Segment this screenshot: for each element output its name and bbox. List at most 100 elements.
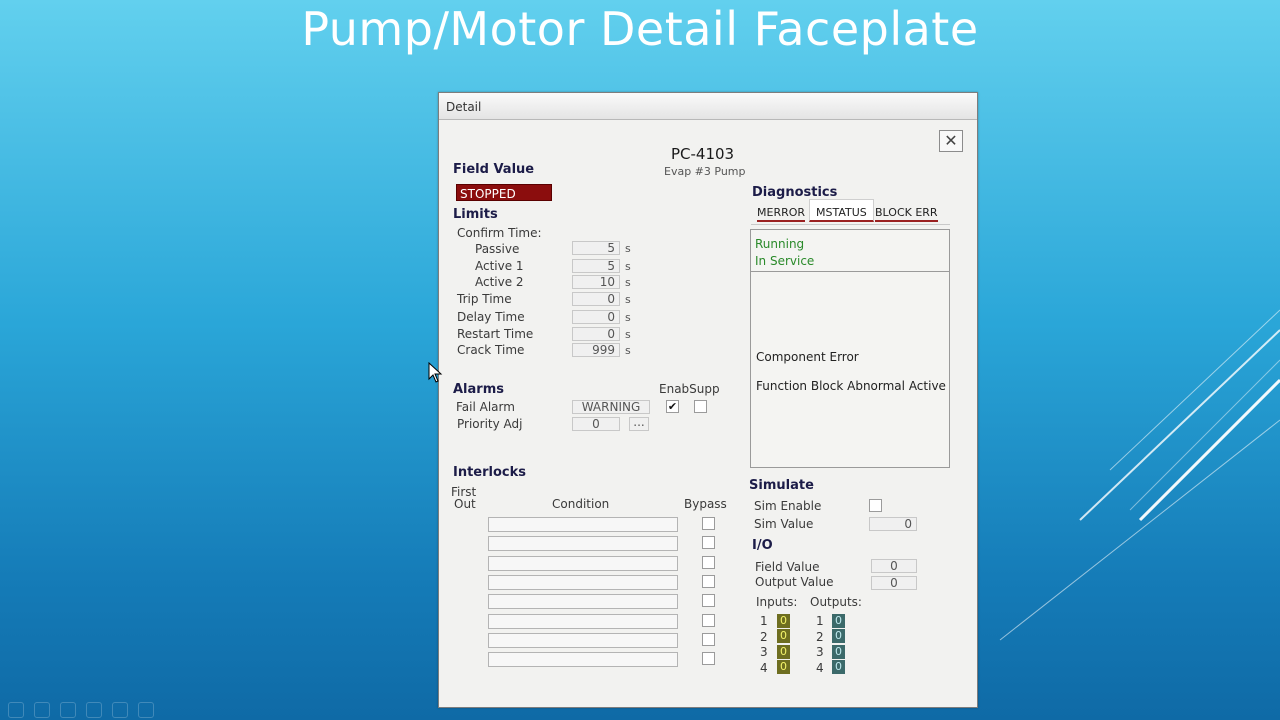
- tag-description: Evap #3 Pump: [664, 165, 746, 178]
- interlock-condition-row[interactable]: [488, 633, 678, 648]
- crack-time-label: Crack Time: [457, 343, 525, 357]
- field-value-heading: Field Value: [453, 162, 535, 177]
- trip-time-input[interactable]: 0: [572, 292, 620, 306]
- active2-input[interactable]: 10: [572, 275, 620, 289]
- window-titlebar[interactable]: Detail: [439, 93, 977, 120]
- status-running: Running: [755, 237, 805, 251]
- output-number: 2: [816, 630, 824, 644]
- simulate-heading: Simulate: [749, 478, 814, 493]
- interlock-condition-row[interactable]: [488, 614, 678, 629]
- active1-unit: s: [625, 260, 631, 273]
- priority-more-button[interactable]: ...: [629, 416, 649, 431]
- cursor-icon: [428, 362, 443, 383]
- decorative-lines: [999, 309, 1280, 641]
- restart-time-label: Restart Time: [457, 327, 534, 341]
- status-badge: STOPPED: [456, 184, 552, 201]
- next-slide-icon[interactable]: [34, 702, 50, 718]
- output-value: 0: [832, 614, 845, 628]
- interlock-bypass-checkbox[interactable]: [702, 536, 715, 549]
- active1-label: Active 1: [475, 259, 524, 273]
- tab-block-err[interactable]: BLOCK ERR: [875, 206, 938, 222]
- interlock-condition-row[interactable]: [488, 517, 678, 532]
- component-error: Component Error: [756, 350, 859, 364]
- input-value: 0: [777, 614, 790, 628]
- interlock-bypass-checkbox[interactable]: [702, 556, 715, 569]
- io-field-value: 0: [871, 559, 917, 573]
- interlock-bypass-checkbox[interactable]: [702, 594, 715, 607]
- interlock-condition-row[interactable]: [488, 575, 678, 590]
- active2-label: Active 2: [475, 275, 524, 289]
- interlock-bypass-checkbox[interactable]: [702, 652, 715, 665]
- interlock-bypass-checkbox[interactable]: [702, 633, 715, 646]
- zoom-icon[interactable]: [112, 702, 128, 718]
- status-in-service: In Service: [755, 254, 815, 268]
- output-value: 0: [832, 629, 845, 643]
- tag-name: PC-4103: [671, 145, 735, 163]
- input-value: 0: [777, 645, 790, 659]
- confirm-time-label: Confirm Time:: [457, 226, 542, 240]
- interlock-condition-row[interactable]: [488, 536, 678, 551]
- bypass-header: Bypass: [684, 497, 727, 511]
- sim-enable-checkbox[interactable]: [869, 499, 882, 512]
- sim-value-label: Sim Value: [754, 517, 814, 531]
- diagnostics-divider: [751, 271, 949, 272]
- trip-time-label: Trip Time: [457, 292, 512, 306]
- output-value: 0: [832, 660, 845, 674]
- interlock-bypass-checkbox[interactable]: [702, 575, 715, 588]
- passive-label: Passive: [475, 242, 520, 256]
- io-heading: I/O: [752, 538, 773, 553]
- input-value: 0: [777, 660, 790, 674]
- tab-mstatus[interactable]: MSTATUS: [809, 199, 874, 222]
- crack-time-input[interactable]: 999: [572, 343, 620, 357]
- restart-time-unit: s: [625, 328, 631, 341]
- priority-adj-label: Priority Adj: [457, 417, 523, 431]
- detail-window: Detail ✕ PC-4103 Evap #3 Pump Field Valu…: [438, 92, 978, 708]
- interlocks-heading: Interlocks: [453, 465, 527, 480]
- output-value: 0: [832, 645, 845, 659]
- slide-title: Pump/Motor Detail Faceplate: [301, 2, 979, 56]
- prev-slide-icon[interactable]: [8, 702, 24, 718]
- close-icon: ✕: [944, 131, 958, 150]
- active1-input[interactable]: 5: [572, 259, 620, 273]
- fail-alarm-priority[interactable]: WARNING: [572, 400, 650, 414]
- trip-time-unit: s: [625, 293, 631, 306]
- delay-time-input[interactable]: 0: [572, 310, 620, 324]
- interlock-bypass-checkbox[interactable]: [702, 517, 715, 530]
- io-output-value-label: Output Value: [755, 575, 834, 589]
- first-out-label-2: Out: [454, 497, 476, 511]
- io-field-value-label: Field Value: [755, 560, 820, 574]
- condition-header: Condition: [552, 497, 610, 511]
- input-number: 4: [760, 661, 768, 675]
- sim-value-input[interactable]: 0: [869, 517, 917, 531]
- tab-merror[interactable]: MERROR: [757, 206, 806, 222]
- input-number: 3: [760, 645, 768, 659]
- close-button[interactable]: ✕: [939, 130, 963, 152]
- delay-time-label: Delay Time: [457, 310, 525, 324]
- interlock-condition-row[interactable]: [488, 594, 678, 609]
- tab-underline: [751, 224, 950, 225]
- passive-input[interactable]: 5: [572, 241, 620, 255]
- interlock-condition-row[interactable]: [488, 652, 678, 667]
- input-value: 0: [777, 629, 790, 643]
- output-number: 4: [816, 661, 824, 675]
- pen-icon[interactable]: [60, 702, 76, 718]
- inputs-label: Inputs:: [756, 595, 798, 609]
- function-block-abnormal: Function Block Abnormal Active: [756, 379, 946, 393]
- crack-time-unit: s: [625, 344, 631, 357]
- output-number: 1: [816, 614, 824, 628]
- output-number: 3: [816, 645, 824, 659]
- interlock-condition-row[interactable]: [488, 556, 678, 571]
- more-icon[interactable]: [138, 702, 154, 718]
- slide-nav: [8, 702, 154, 718]
- passive-unit: s: [625, 242, 631, 255]
- delay-time-unit: s: [625, 311, 631, 324]
- fail-alarm-suppress-checkbox[interactable]: [694, 400, 707, 413]
- enab-supp-label: EnabSupp: [659, 382, 720, 396]
- input-number: 1: [760, 614, 768, 628]
- alarms-heading: Alarms: [453, 382, 504, 397]
- priority-adj-input[interactable]: 0: [572, 417, 620, 431]
- fail-alarm-enable-checkbox[interactable]: ✔: [666, 400, 679, 413]
- interlock-bypass-checkbox[interactable]: [702, 614, 715, 627]
- restart-time-input[interactable]: 0: [572, 327, 620, 341]
- slides-icon[interactable]: [86, 702, 102, 718]
